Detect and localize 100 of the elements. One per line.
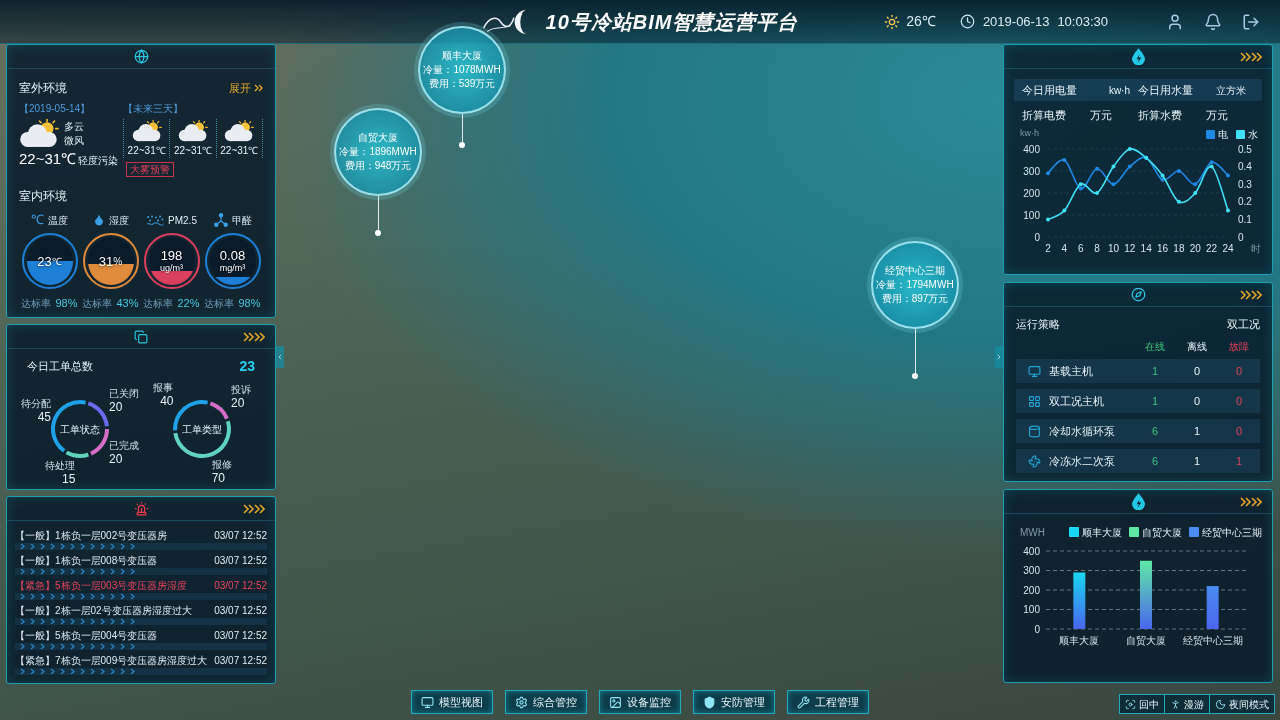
- axis-tick-label: 24: [1222, 243, 1234, 254]
- leader-line: [377, 196, 379, 230]
- slice-value: 20: [109, 400, 123, 415]
- slice-value: 15: [62, 471, 76, 486]
- gauge-unit: mg/m³: [219, 263, 246, 274]
- alert-text[interactable]: 【一般】2栋一层02号变压器房湿度过大: [15, 603, 192, 618]
- stat-label: 今日用电量: [1022, 82, 1077, 98]
- axis-tick-label: 0: [1238, 231, 1244, 243]
- rate-value: 98%: [238, 296, 261, 311]
- person-icon: [1170, 698, 1181, 710]
- temperature-range: 22~31℃: [19, 150, 77, 168]
- rate-label: 达标率: [204, 296, 235, 311]
- double-chevron-icon[interactable]: [1240, 497, 1262, 507]
- double-chevron-icon[interactable]: [243, 504, 265, 514]
- view-control-button[interactable]: 回中: [1120, 695, 1164, 713]
- date-text: 2019-06-13: [982, 12, 1050, 31]
- axis-label: MWH: [1020, 525, 1045, 540]
- expand-link[interactable]: 展开: [229, 79, 263, 97]
- double-chevron-icon[interactable]: [1240, 290, 1262, 300]
- status-count: 6: [1150, 423, 1160, 439]
- metric-label: PM2.5: [168, 213, 197, 228]
- legend-label: 电: [1218, 127, 1228, 142]
- nav-button[interactable]: 设备监控: [599, 690, 681, 714]
- alert-text[interactable]: 【紧急】7栋负一层009号变压器房湿度过大: [15, 653, 208, 668]
- sun-icon: [884, 13, 901, 30]
- alert-text[interactable]: 【紧急】5栋负一层003号变压器房湿度: [15, 578, 188, 593]
- chevron-right-icon: [995, 353, 1003, 361]
- section-title: 室内环境: [19, 188, 68, 205]
- axis-tick-label: 顺丰大厦: [1059, 635, 1100, 646]
- status-count: 1: [1150, 363, 1160, 379]
- monitor-icon: [421, 695, 434, 709]
- gear-icon: [515, 695, 528, 709]
- cost-text: 费用：948万元: [344, 159, 412, 173]
- axis-tick-label: 300: [1023, 165, 1040, 177]
- axis-tick-label: 22: [1206, 243, 1218, 254]
- bell-icon[interactable]: [1204, 12, 1222, 31]
- cylinder-icon: [1028, 424, 1041, 438]
- time-text: 10:03:30: [1057, 12, 1108, 31]
- status-count: 1: [1192, 453, 1202, 469]
- alert-time: 03/07 12:52: [214, 529, 267, 543]
- fan-icon: [1028, 454, 1041, 468]
- building-name: 顺丰大厦: [442, 49, 482, 63]
- leader-line: [914, 329, 916, 373]
- forecast-temperature: 22~31℃: [220, 144, 259, 157]
- cloud-sun-icon: [19, 119, 59, 148]
- date-text: 【2019-05-14】: [19, 103, 92, 115]
- axis-tick-label: 0: [1034, 623, 1040, 635]
- equipment-name: 双工况主机: [1049, 393, 1105, 409]
- column-heading: 在线: [1144, 339, 1166, 354]
- globe-icon: [133, 49, 149, 64]
- cost-unit: 万元: [1090, 107, 1112, 123]
- rate-label: 达标率: [21, 296, 52, 311]
- double-chevron-icon[interactable]: [1240, 52, 1262, 62]
- legend-label: 水: [1248, 127, 1258, 142]
- chevron-left-icon: [276, 353, 284, 361]
- status-count: 0: [1234, 423, 1244, 439]
- double-chevron-icon[interactable]: [243, 332, 265, 342]
- slice-label: 报事: [153, 382, 174, 395]
- stat-unit: kw·h: [1108, 83, 1130, 98]
- axis-tick-label: 18: [1173, 243, 1185, 254]
- work-order-total-label: 今日工单总数: [27, 358, 93, 374]
- alert-time: 03/07 12:52: [214, 604, 267, 618]
- equipment-name: 冷冻水二次泵: [1049, 453, 1116, 469]
- axis-label: kw·h: [1020, 127, 1039, 141]
- rate-value: 43%: [116, 296, 139, 311]
- logout-icon[interactable]: [1242, 12, 1260, 31]
- nav-button[interactable]: 综合管控: [505, 690, 587, 714]
- user-icon[interactable]: [1166, 12, 1184, 31]
- section-title: 运行策略: [1016, 316, 1060, 332]
- focus-icon: [1125, 698, 1136, 710]
- cloud-sun-icon: [131, 120, 162, 142]
- mode-label: 双工况: [1227, 316, 1260, 332]
- slice-value: 20: [109, 451, 123, 466]
- axis-tick-label: 4: [1061, 243, 1068, 254]
- chevron-right-icon: [254, 84, 263, 92]
- nav-button[interactable]: 模型视图: [411, 690, 493, 714]
- axis-tick-label: 0.4: [1238, 161, 1252, 173]
- alert-text[interactable]: 【一般】1栋负一层002号变压器房: [15, 528, 168, 543]
- axis-tick-label: 100: [1023, 604, 1040, 615]
- axis-tick-label: 300: [1023, 565, 1040, 576]
- forecast-temperature: 22~31℃: [127, 144, 166, 157]
- work-order-total: 23: [239, 356, 255, 376]
- alert-text[interactable]: 【一般】5栋负一层004号变压器: [15, 628, 158, 643]
- leader-line: [461, 114, 463, 142]
- axis-tick-label: 16: [1157, 243, 1169, 254]
- slice-value: 45: [37, 410, 51, 425]
- axis-tick-label: 经贸中心三期: [1182, 635, 1243, 646]
- status-count: 1: [1192, 423, 1202, 439]
- axis-tick-label: 6: [1077, 243, 1084, 254]
- alert-text[interactable]: 【一般】1栋负一层008号变压器: [15, 553, 158, 568]
- nav-button[interactable]: 工程管理: [787, 690, 869, 714]
- axis-tick-label: 8: [1094, 243, 1100, 254]
- axis-tick-label: 10: [1107, 243, 1119, 254]
- nav-button[interactable]: 安防管理: [693, 690, 775, 714]
- axis-tick-label: 0.1: [1238, 213, 1252, 225]
- view-control-button[interactable]: 夜间模式: [1209, 695, 1274, 713]
- cost-label: 折算水费: [1138, 107, 1182, 123]
- siren-icon: [133, 501, 149, 516]
- view-control-button[interactable]: 漫游: [1164, 695, 1209, 713]
- air-quality-text: 轻度污染: [78, 154, 119, 168]
